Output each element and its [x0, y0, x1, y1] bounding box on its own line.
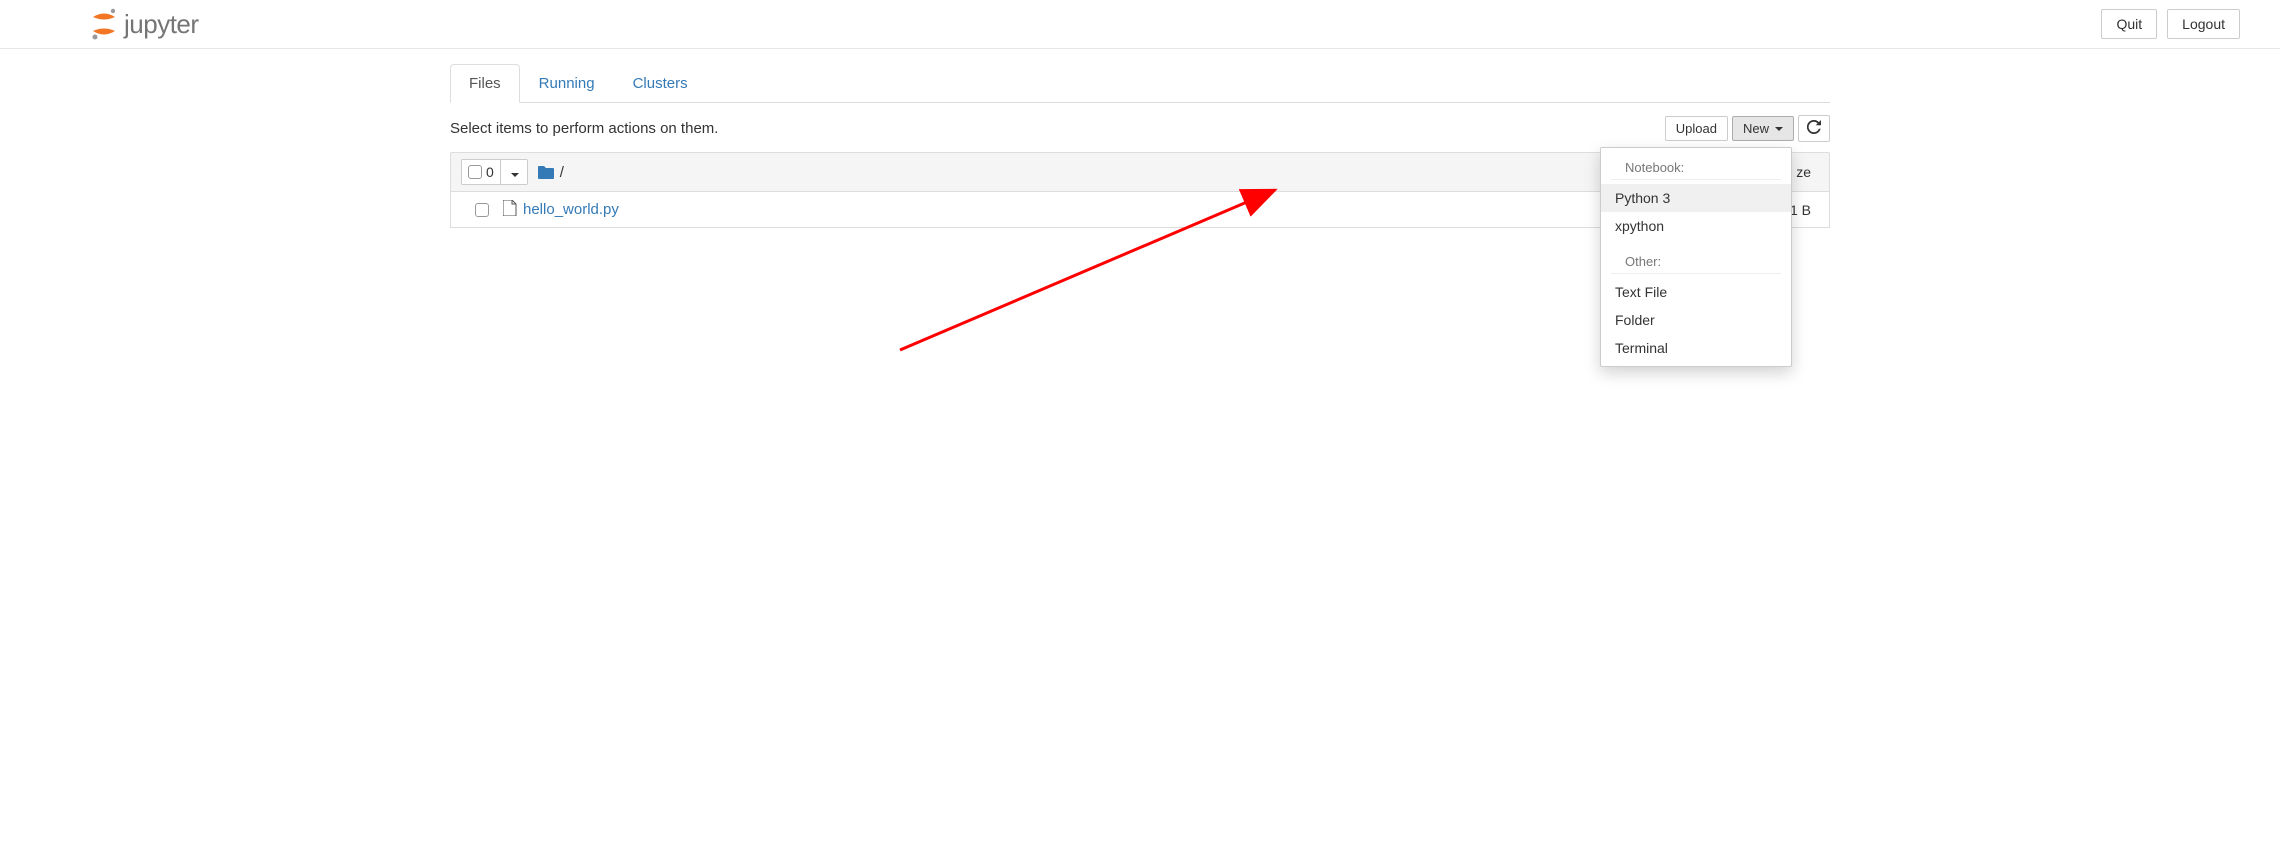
caret-down-icon: [511, 173, 519, 177]
tab-files[interactable]: Files: [450, 64, 520, 103]
folder-icon[interactable]: [538, 165, 554, 179]
tabs: Files Running Clusters: [450, 64, 1830, 103]
new-dropdown-menu: Notebook: Python 3 xpython Other: Text F…: [1600, 147, 1792, 367]
new-button-label: New: [1743, 121, 1769, 136]
file-size: 1 B: [1790, 202, 1819, 218]
new-button[interactable]: New: [1732, 116, 1794, 141]
file-link[interactable]: hello_world.py: [523, 201, 619, 218]
dropdown-item-terminal[interactable]: Terminal: [1601, 334, 1791, 362]
logout-button[interactable]: Logout: [2167, 9, 2240, 39]
dropdown-item-folder[interactable]: Folder: [1601, 306, 1791, 334]
dropdown-header-other: Other:: [1611, 248, 1781, 274]
main-container: Files Running Clusters Select items to p…: [430, 64, 1850, 228]
dropdown-item-xpython[interactable]: xpython: [1601, 212, 1791, 240]
refresh-button[interactable]: [1798, 115, 1830, 142]
upload-button[interactable]: Upload: [1665, 116, 1728, 141]
dropdown-item-textfile[interactable]: Text File: [1601, 278, 1791, 306]
logo-area: jupyter: [90, 8, 199, 40]
caret-down-icon: [1775, 127, 1783, 131]
toolbar-row: Select items to perform actions on them.…: [450, 115, 1830, 142]
header-buttons: Quit Logout: [2101, 9, 2240, 39]
jupyter-logo-icon: [90, 8, 118, 40]
select-all-box: 0: [461, 159, 528, 185]
dropdown-item-python3[interactable]: Python 3: [1601, 184, 1791, 212]
hint-text: Select items to perform actions on them.: [450, 120, 718, 137]
file-checkbox[interactable]: [475, 203, 489, 217]
file-icon: [503, 200, 517, 219]
selected-count: 0: [486, 164, 494, 180]
toolbar-buttons: Upload New Notebook: Python 3 xpython Ot…: [1665, 115, 1830, 142]
breadcrumb-root[interactable]: /: [560, 164, 564, 181]
dropdown-header-notebook: Notebook:: [1611, 154, 1781, 180]
tab-clusters[interactable]: Clusters: [614, 64, 707, 103]
select-dropdown-toggle[interactable]: [500, 160, 527, 184]
quit-button[interactable]: Quit: [2101, 9, 2157, 39]
jupyter-logo[interactable]: jupyter: [90, 8, 199, 40]
checkbox-icon: [468, 165, 482, 179]
tab-running[interactable]: Running: [520, 64, 614, 103]
refresh-icon: [1807, 120, 1821, 134]
select-all-check[interactable]: 0: [462, 160, 500, 184]
logo-text: jupyter: [124, 9, 199, 40]
checkbox-icon: [475, 203, 489, 217]
breadcrumb: /: [538, 164, 564, 181]
app-header: jupyter Quit Logout: [0, 0, 2280, 49]
